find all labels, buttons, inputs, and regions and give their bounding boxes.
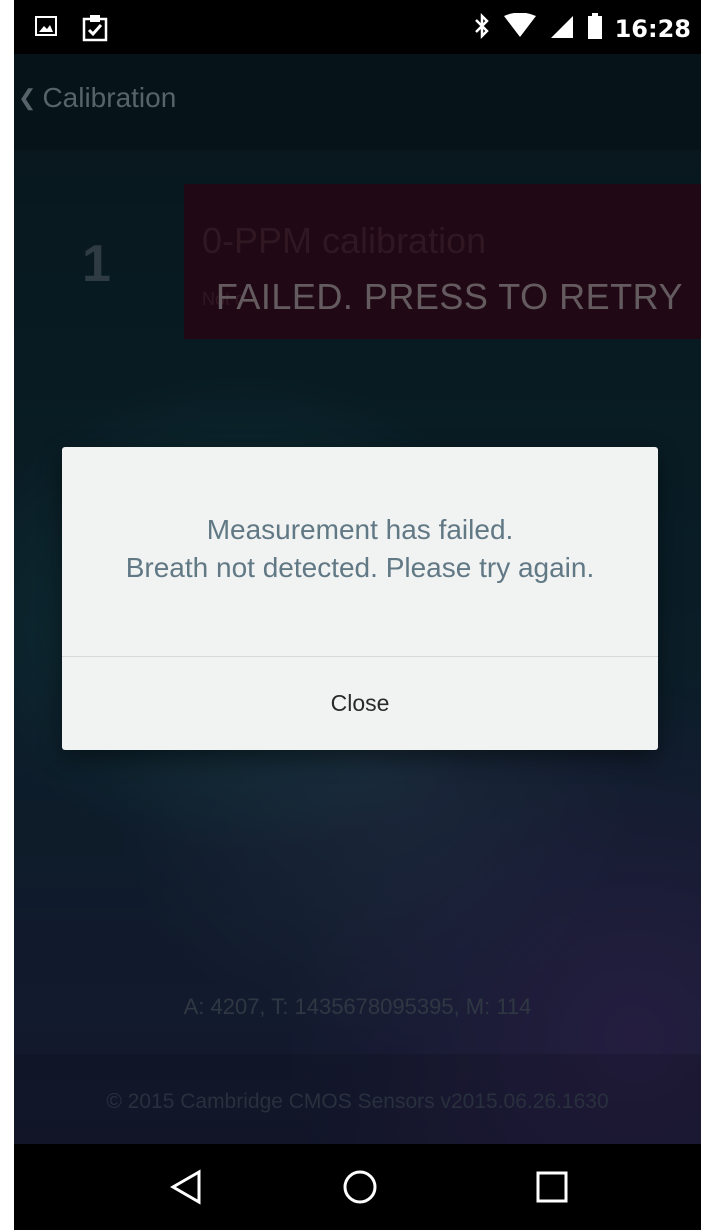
navigation-bar xyxy=(14,1144,701,1230)
status-right-icons: 16:28 xyxy=(473,12,691,45)
bluetooth-icon xyxy=(473,12,491,45)
recents-square-icon[interactable] xyxy=(527,1162,577,1212)
cellular-roaming-icon xyxy=(549,12,575,45)
home-circle-icon[interactable] xyxy=(335,1162,385,1212)
battery-icon xyxy=(587,12,603,45)
status-bar: 16:28 xyxy=(14,0,701,54)
dialog-message: Measurement has failed. Breath not detec… xyxy=(62,511,658,587)
close-button[interactable]: Close xyxy=(62,657,658,750)
image-icon xyxy=(34,14,58,47)
back-triangle-icon[interactable] xyxy=(161,1162,211,1212)
status-left-icons xyxy=(34,14,108,47)
phone-frame: 16:28 ❮ Calibration 1 0-PPM calibration … xyxy=(14,0,701,1230)
dialog-message-line1: Measurement has failed. xyxy=(206,514,514,545)
status-time: 16:28 xyxy=(614,14,691,43)
error-dialog: Measurement has failed. Breath not detec… xyxy=(62,447,658,750)
clipboard-check-icon xyxy=(82,14,108,47)
dialog-message-line2: Breath not detected. Please try again. xyxy=(125,552,595,583)
wifi-icon xyxy=(503,12,537,44)
